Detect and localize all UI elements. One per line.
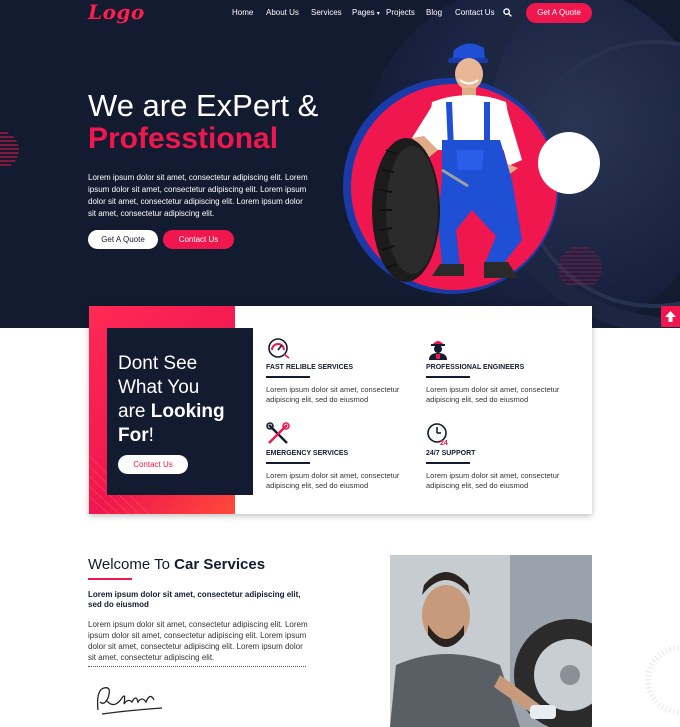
service-name: 24/7 SUPPORT bbox=[426, 450, 476, 457]
cta-line4b: ! bbox=[148, 425, 154, 446]
service-card-fast: FAST RELIBLE SERVICES Lorem ipsum dolor … bbox=[266, 336, 416, 416]
nav-link-projects[interactable]: Projects bbox=[386, 8, 415, 17]
nav-link-contact[interactable]: Contact Us bbox=[455, 8, 495, 17]
mechanic-with-tire-image bbox=[372, 43, 522, 282]
mechanic-photo bbox=[390, 555, 592, 727]
site-logo[interactable]: Logo bbox=[88, 0, 145, 24]
service-card-support: 24 24/7 SUPPORT Lorem ipsum dolor sit am… bbox=[426, 422, 576, 502]
striped-circle-decoration-right bbox=[558, 247, 602, 285]
clock-24-icon: 24 bbox=[427, 423, 448, 446]
nav-link-pages[interactable]: Pages ▾ bbox=[352, 8, 380, 17]
cta-line3b: Looking bbox=[150, 401, 225, 422]
services-box: Dont See What You are Looking For! Conta… bbox=[89, 306, 592, 514]
speedometer-icon bbox=[268, 338, 290, 359]
cta-contact-us-button[interactable]: Contact Us bbox=[118, 455, 188, 474]
mechanic-working-image bbox=[390, 555, 592, 727]
welcome-title-b: Car Services bbox=[174, 556, 266, 573]
cta-dark-panel: Dont See What You are Looking For! Conta… bbox=[107, 328, 253, 495]
cta-line1: Dont See bbox=[118, 353, 198, 374]
service-description: Lorem ipsum dolor sit amet, consectetur … bbox=[266, 385, 400, 404]
get-a-quote-button[interactable]: Get A Quote bbox=[88, 230, 158, 249]
arrow-up-icon bbox=[665, 311, 676, 322]
service-description: Lorem ipsum dolor sit amet, consectetur … bbox=[426, 385, 560, 404]
service-name: FAST RELIBLE SERVICES bbox=[266, 364, 353, 371]
engineer-icon bbox=[429, 341, 447, 360]
welcome-subtitle: Lorem ipsum dolor sit amet, consectetur … bbox=[88, 590, 301, 609]
hero-white-circle bbox=[538, 132, 600, 194]
hero-description: Lorem ipsum dolor sit amet, consectetur … bbox=[88, 173, 308, 218]
service-description: Lorem ipsum dolor sit amet, consectetur … bbox=[426, 471, 560, 490]
service-underline bbox=[426, 376, 470, 378]
cta-heading: Dont See What You are Looking For! bbox=[118, 352, 248, 448]
nav-link-about[interactable]: About Us bbox=[266, 8, 299, 17]
welcome-text: Lorem ipsum dolor sit amet, consectetur … bbox=[88, 620, 308, 662]
hero-title-line2: Professtional bbox=[88, 122, 279, 155]
welcome-title: Welcome To Car Services bbox=[88, 556, 265, 573]
service-card-engineers: PROFESSIONAL ENGINEERS Lorem ipsum dolor… bbox=[426, 336, 576, 416]
nav-link-blog[interactable]: Blog bbox=[426, 8, 442, 17]
contact-us-button[interactable]: Contact Us bbox=[163, 230, 234, 249]
service-name: PROFESSIONAL ENGINEERS bbox=[426, 364, 525, 371]
svg-text:24: 24 bbox=[440, 440, 448, 446]
nav-link-services[interactable]: Services bbox=[311, 8, 342, 17]
service-card-emergency: EMERGENCY SERVICES Lorem ipsum dolor sit… bbox=[266, 422, 416, 502]
nav-link-pages-label: Pages bbox=[352, 8, 375, 17]
dotted-divider bbox=[88, 666, 306, 667]
service-underline bbox=[266, 462, 310, 464]
tools-icon bbox=[266, 422, 290, 444]
service-description: Lorem ipsum dolor sit amet, consectetur … bbox=[266, 471, 400, 490]
service-underline bbox=[266, 376, 310, 378]
scroll-to-top-button[interactable] bbox=[661, 306, 680, 327]
striped-circle-decoration bbox=[0, 132, 19, 166]
cta-line4a: For bbox=[118, 425, 149, 446]
cta-line3a: are bbox=[118, 401, 151, 422]
service-name: EMERGENCY SERVICES bbox=[266, 450, 349, 457]
dotted-circle-decoration bbox=[646, 645, 680, 715]
signature-image bbox=[96, 687, 163, 715]
service-underline bbox=[426, 462, 470, 464]
hero-section: Logo Home About Us Services Pages ▾ Proje… bbox=[0, 0, 680, 328]
chevron-down-icon: ▾ bbox=[376, 11, 380, 17]
welcome-title-a: Welcome To bbox=[88, 556, 175, 573]
search-icon[interactable] bbox=[503, 8, 512, 17]
nav-link-home[interactable]: Home bbox=[232, 8, 253, 17]
cta-line2: What You bbox=[118, 377, 200, 398]
top-navigation: Logo Home About Us Services Pages ▾ Proje… bbox=[0, 0, 680, 28]
hero-title-line1: We are ExPert & bbox=[88, 88, 319, 123]
welcome-underline bbox=[88, 578, 132, 580]
get-a-quote-nav-button[interactable]: Get A Quote bbox=[526, 3, 592, 23]
